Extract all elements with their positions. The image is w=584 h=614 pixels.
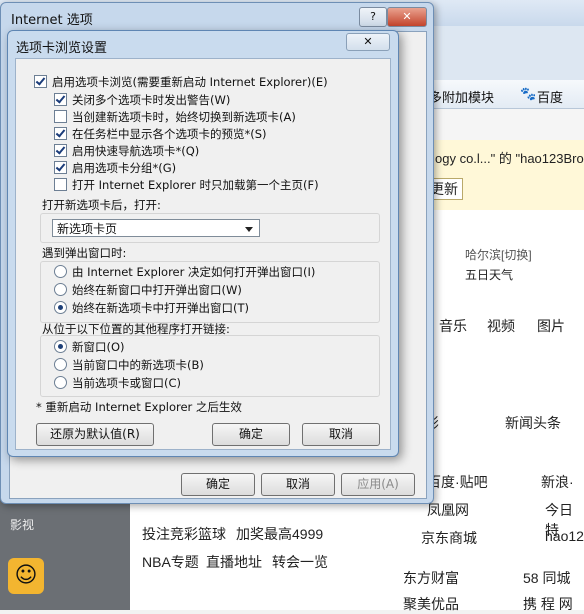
newtab-group-label: 打开新选项卡后，打开: xyxy=(42,198,161,212)
popup-ie-decide-radio[interactable]: 由 Internet Explorer 决定如何打开弹出窗口(I) xyxy=(54,264,315,280)
baidu-search[interactable]: 百度 xyxy=(537,87,563,106)
popup-group-label: 遇到弹出窗口时: xyxy=(42,246,127,260)
quick-tabs-checkbox[interactable]: 启用快速导航选项卡*(Q) xyxy=(54,143,199,159)
link-ifeng[interactable]: 凤凰网 xyxy=(427,500,469,520)
baidu-icon[interactable]: 🐾 xyxy=(520,87,536,102)
switch-new-tab-checkbox[interactable]: 当创建新选项卡时，始终切换到新选项卡(A) xyxy=(54,109,296,125)
checkbox-checked[interactable] xyxy=(54,161,67,174)
outer-cancel-button[interactable]: 取消 xyxy=(261,473,335,496)
outer-dialog-title: Internet 选项 xyxy=(11,13,93,28)
tab-settings-dialog: 选项卡浏览设置 ✕ 启用选项卡浏览(需要重新启动 Internet Explor… xyxy=(7,30,399,457)
radio-unchecked[interactable] xyxy=(54,358,67,371)
tab-music[interactable]: 音乐 xyxy=(439,316,467,336)
notice-text: ogy co.l..." 的 "hao123Bro xyxy=(435,151,584,166)
outer-apply-button[interactable]: 应用(A) xyxy=(341,473,415,496)
popup-new-window-radio[interactable]: 始终在新窗口中打开弹出窗口(W) xyxy=(54,282,242,298)
radio-checked[interactable] xyxy=(54,340,67,353)
warn-close-checkbox[interactable]: 关闭多个选项卡时发出警告(W) xyxy=(54,92,230,108)
radio-checked[interactable] xyxy=(54,301,67,314)
outer-close-button[interactable]: ✕ xyxy=(387,7,427,27)
addons-menu[interactable]: 多附加模块 xyxy=(429,87,494,106)
radio-unchecked[interactable] xyxy=(54,265,67,278)
taskbar-preview-checkbox[interactable]: 在任务栏中显示各个选项卡的预览*(S) xyxy=(54,126,267,142)
link-jd[interactable]: 京东商城 xyxy=(421,528,477,548)
enable-tabs-checkbox[interactable]: 启用选项卡浏览(需要重新启动 Internet Explorer)(E) xyxy=(34,74,328,90)
promo-bet[interactable]: 投注竞彩篮球 xyxy=(142,524,226,544)
link-eastmoney[interactable]: 东方财富 xyxy=(403,568,459,588)
links-current-radio[interactable]: 当前选项卡或窗口(C) xyxy=(54,375,181,391)
sidebar-item-video[interactable]: 影视 xyxy=(10,516,34,533)
tab-images[interactable]: 图片 xyxy=(537,316,565,336)
links-new-window-radio[interactable]: 新窗口(O) xyxy=(54,339,125,355)
inner-close-button[interactable]: ✕ xyxy=(346,33,390,51)
newtab-select[interactable]: 新选项卡页 xyxy=(52,219,260,237)
promo-bonus[interactable]: 加奖最高4999 xyxy=(236,524,323,544)
inner-cancel-button[interactable]: 取消 xyxy=(302,423,380,446)
link-58[interactable]: 58 同城 xyxy=(523,568,570,588)
links-new-tab-radio[interactable]: 当前窗口中的新选项卡(B) xyxy=(54,357,204,373)
checkbox-checked[interactable] xyxy=(54,127,67,140)
first-homepage-checkbox[interactable]: 打开 Internet Explorer 时只加载第一个主页(F) xyxy=(54,177,319,193)
outer-ok-button[interactable]: 确定 xyxy=(181,473,255,496)
tab-video[interactable]: 视频 xyxy=(487,316,515,336)
checkbox-unchecked[interactable] xyxy=(54,178,67,191)
link-sina[interactable]: 新浪· xyxy=(541,472,574,492)
radio-unchecked[interactable] xyxy=(54,376,67,389)
link-baidu-tieba[interactable]: 百度·贴吧 xyxy=(427,472,488,492)
checkbox-unchecked[interactable] xyxy=(54,110,67,123)
tab-groups-checkbox[interactable]: 启用选项卡分组*(G) xyxy=(54,160,176,176)
chevron-down-icon xyxy=(245,227,253,232)
news-headlines[interactable]: 新闻头条 xyxy=(505,413,561,433)
link-jumei[interactable]: 聚美优品 xyxy=(403,594,459,614)
restart-note: * 重新启动 Internet Explorer 之后生效 xyxy=(36,400,242,414)
weather-forecast[interactable]: 五日天气 xyxy=(465,266,513,283)
link-ctrip[interactable]: 携 程 网 xyxy=(523,594,573,614)
checkbox-checked[interactable] xyxy=(54,93,67,106)
inner-dialog-title: 选项卡浏览设置 xyxy=(16,41,108,56)
popup-new-tab-radio[interactable]: 始终在新选项卡中打开弹出窗口(T) xyxy=(54,300,249,316)
promo-live[interactable]: 直播地址 xyxy=(206,552,262,572)
promo-area: 投注竞彩篮球 加奖最高4999 NBA专题 直播地址 转会一览 xyxy=(130,488,395,610)
promo-nba[interactable]: NBA专题 xyxy=(142,552,199,572)
weather-city[interactable]: 哈尔滨[切换] xyxy=(465,246,532,263)
smiley-icon[interactable]: ☺ xyxy=(8,558,44,594)
radio-unchecked[interactable] xyxy=(54,283,67,296)
help-button[interactable]: ? xyxy=(359,7,387,27)
checkbox-checked[interactable] xyxy=(54,144,67,157)
restore-defaults-button[interactable]: 还原为默认值(R) xyxy=(36,423,154,446)
inner-ok-button[interactable]: 确定 xyxy=(212,423,290,446)
promo-transfer[interactable]: 转会一览 xyxy=(272,552,328,572)
inner-dialog-body: 启用选项卡浏览(需要重新启动 Internet Explorer)(E) 关闭多… xyxy=(15,58,391,450)
checkbox-checked[interactable] xyxy=(34,75,47,88)
link-hao123[interactable]: hao12 xyxy=(545,528,584,544)
